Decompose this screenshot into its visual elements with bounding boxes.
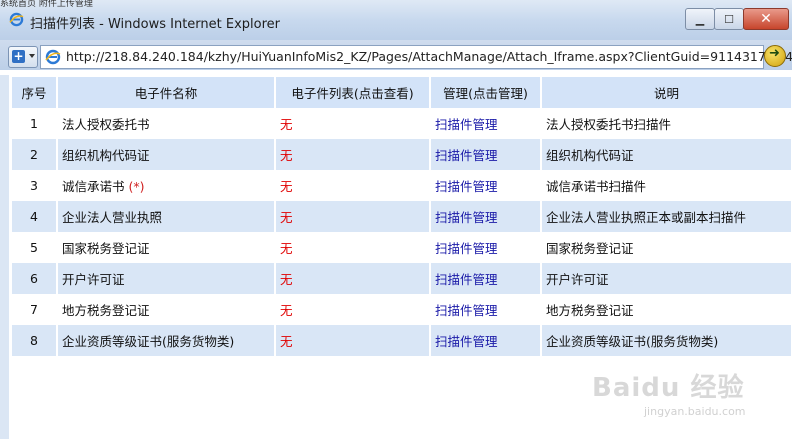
window-title: 扫描件列表 - Windows Internet Explorer bbox=[30, 17, 280, 32]
row-status-link[interactable]: 无 bbox=[275, 108, 431, 139]
row-desc: 开户许可证 bbox=[541, 263, 792, 294]
header-manage: 管理(点击管理) bbox=[430, 77, 542, 108]
row-num: 8 bbox=[12, 325, 58, 356]
table-row: 6 开户许可证 无 扫描件管理 开户许可证 bbox=[12, 263, 792, 294]
address-bar: + http://218.84.240.184/kzhy/HuiYuanInfo… bbox=[0, 40, 792, 70]
table-row: 2 组织机构代码证 无 扫描件管理 组织机构代码证 bbox=[12, 139, 792, 170]
row-desc: 国家税务登记证 bbox=[541, 232, 792, 263]
header-list: 电子件列表(点击查看) bbox=[275, 77, 431, 108]
row-desc: 诚信承诺书扫描件 bbox=[541, 170, 792, 201]
row-desc: 企业法人营业执照正本或副本扫描件 bbox=[541, 201, 792, 232]
go-arrow-icon: ➜ bbox=[769, 46, 780, 61]
watermark-brand: Baidu 经验 bbox=[592, 373, 745, 403]
row-desc: 地方税务登记证 bbox=[541, 294, 792, 325]
row-name: 组织机构代码证 bbox=[57, 139, 276, 170]
row-name: 地方税务登记证 bbox=[57, 294, 276, 325]
plus-icon: + bbox=[12, 49, 25, 63]
frame-border bbox=[0, 75, 9, 439]
url-field[interactable]: http://218.84.240.184/kzhy/HuiYuanInfoMi… bbox=[40, 45, 792, 69]
maximize-button[interactable]: ☐ bbox=[714, 8, 744, 30]
row-manage-link[interactable]: 扫描件管理 bbox=[430, 294, 542, 325]
row-name: 开户许可证 bbox=[57, 263, 276, 294]
row-status-link[interactable]: 无 bbox=[275, 201, 431, 232]
row-name: 企业法人营业执照 bbox=[57, 201, 276, 232]
window-controls: ▁ ☐ ✕ bbox=[685, 8, 789, 30]
row-name: 法人授权委托书 bbox=[57, 108, 276, 139]
table-header-row: 序号 电子件名称 电子件列表(点击查看) 管理(点击管理) 说明 bbox=[12, 77, 792, 108]
row-status-link[interactable]: 无 bbox=[275, 325, 431, 356]
required-marker: (*) bbox=[128, 179, 145, 194]
row-num: 1 bbox=[12, 108, 58, 139]
row-manage-link[interactable]: 扫描件管理 bbox=[430, 232, 542, 263]
header-desc: 说明 bbox=[541, 77, 792, 108]
table-row: 5 国家税务登记证 无 扫描件管理 国家税务登记证 bbox=[12, 232, 792, 263]
row-desc: 企业资质等级证书(服务货物类) bbox=[541, 325, 792, 356]
go-button[interactable]: ➜ bbox=[764, 45, 786, 67]
ie-icon bbox=[9, 12, 24, 27]
row-name: 国家税务登记证 bbox=[57, 232, 276, 263]
baidu-watermark: Baidu 经验 jingyan.baidu.com bbox=[584, 367, 774, 427]
row-manage-link[interactable]: 扫描件管理 bbox=[430, 139, 542, 170]
row-manage-link[interactable]: 扫描件管理 bbox=[430, 325, 542, 356]
row-name: 企业资质等级证书(服务货物类) bbox=[57, 325, 276, 356]
row-num: 7 bbox=[12, 294, 58, 325]
row-num: 4 bbox=[12, 201, 58, 232]
ie-page-icon bbox=[45, 49, 61, 65]
row-num: 3 bbox=[12, 170, 58, 201]
row-name: 诚信承诺书 (*) bbox=[57, 170, 276, 201]
table-row: 7 地方税务登记证 无 扫描件管理 地方税务登记证 bbox=[12, 294, 792, 325]
row-manage-link[interactable]: 扫描件管理 bbox=[430, 201, 542, 232]
row-status-link[interactable]: 无 bbox=[275, 170, 431, 201]
row-manage-link[interactable]: 扫描件管理 bbox=[430, 263, 542, 294]
table-row: 1 法人授权委托书 无 扫描件管理 法人授权委托书扫描件 bbox=[12, 108, 792, 139]
header-num: 序号 bbox=[12, 77, 58, 108]
page-content: 序号 电子件名称 电子件列表(点击查看) 管理(点击管理) 说明 1 法人授权委… bbox=[9, 75, 792, 439]
row-num: 2 bbox=[12, 139, 58, 170]
minimize-button[interactable]: ▁ bbox=[685, 8, 715, 30]
url-text: http://218.84.240.184/kzhy/HuiYuanInfoMi… bbox=[66, 49, 792, 64]
maximize-icon: ☐ bbox=[724, 12, 734, 26]
table-row: 8 企业资质等级证书(服务货物类) 无 扫描件管理 企业资质等级证书(服务货物类… bbox=[12, 325, 792, 356]
row-desc: 组织机构代码证 bbox=[541, 139, 792, 170]
new-tab-button[interactable]: + bbox=[8, 46, 38, 68]
watermark-url: jingyan.baidu.com bbox=[644, 405, 746, 418]
row-status-link[interactable]: 无 bbox=[275, 263, 431, 294]
row-status-link[interactable]: 无 bbox=[275, 139, 431, 170]
chevron-down-icon bbox=[29, 54, 35, 58]
row-num: 6 bbox=[12, 263, 58, 294]
close-button[interactable]: ✕ bbox=[743, 8, 789, 30]
row-desc: 法人授权委托书扫描件 bbox=[541, 108, 792, 139]
window-titlebar[interactable]: 系统首页 附件上传管理 扫描件列表 - Windows Internet Exp… bbox=[0, 0, 792, 44]
row-manage-link[interactable]: 扫描件管理 bbox=[430, 108, 542, 139]
close-icon: ✕ bbox=[760, 10, 772, 27]
header-name: 电子件名称 bbox=[57, 77, 276, 108]
row-manage-link[interactable]: 扫描件管理 bbox=[430, 170, 542, 201]
row-status-link[interactable]: 无 bbox=[275, 294, 431, 325]
attachment-table: 序号 电子件名称 电子件列表(点击查看) 管理(点击管理) 说明 1 法人授权委… bbox=[12, 77, 792, 356]
row-num: 5 bbox=[12, 232, 58, 263]
table-row: 4 企业法人营业执照 无 扫描件管理 企业法人营业执照正本或副本扫描件 bbox=[12, 201, 792, 232]
table-row: 3 诚信承诺书 (*) 无 扫描件管理 诚信承诺书扫描件 bbox=[12, 170, 792, 201]
minimize-icon: ▁ bbox=[695, 12, 705, 26]
row-status-link[interactable]: 无 bbox=[275, 232, 431, 263]
background-page-text: 系统首页 附件上传管理 bbox=[0, 0, 93, 8]
